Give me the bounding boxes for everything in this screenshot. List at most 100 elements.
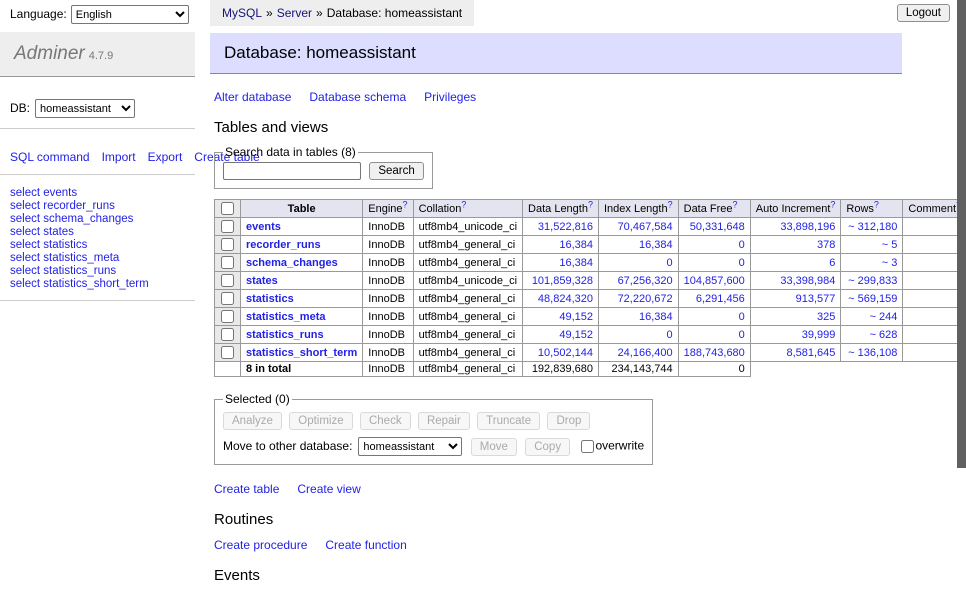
rows-count-link[interactable]: ~ 628 [870, 329, 898, 341]
data-free-link[interactable]: 188,743,680 [684, 347, 745, 359]
index-length-link[interactable]: 16,384 [639, 311, 673, 323]
sidebar-table-link-schema-changes[interactable]: schema_changes [43, 213, 133, 225]
data-free-link[interactable]: 0 [739, 329, 745, 341]
help-icon[interactable]: ? [733, 199, 738, 209]
data-length-link[interactable]: 48,824,320 [538, 293, 593, 305]
create-table-link[interactable]: Create table [214, 482, 279, 496]
help-icon[interactable]: ? [830, 199, 835, 209]
select-link[interactable]: select [10, 265, 40, 277]
help-icon[interactable]: ? [668, 199, 673, 209]
alter-database-link[interactable]: Alter database [214, 90, 291, 104]
data-free-link[interactable]: 50,331,648 [690, 221, 745, 233]
create-function-link[interactable]: Create function [325, 538, 406, 552]
language-select[interactable]: English [71, 5, 189, 24]
help-icon[interactable]: ? [588, 199, 593, 209]
auto-increment-link[interactable]: 33,398,984 [780, 275, 835, 287]
db-select[interactable]: homeassistant [35, 99, 135, 118]
index-length-link[interactable]: 72,220,672 [618, 293, 673, 305]
data-free-link[interactable]: 6,291,456 [696, 293, 745, 305]
sidebar-table-link-states[interactable]: states [43, 226, 74, 238]
index-length-link[interactable]: 16,384 [639, 239, 673, 251]
sidebar-link-export[interactable]: Export [148, 150, 183, 164]
copy-button[interactable]: Copy [525, 438, 570, 456]
select-all-checkbox[interactable] [221, 202, 234, 215]
row-checkbox[interactable] [221, 328, 234, 341]
select-link[interactable]: select [10, 187, 40, 199]
row-checkbox[interactable] [221, 238, 234, 251]
auto-increment-link[interactable]: 8,581,645 [786, 347, 835, 359]
create-view-link[interactable]: Create view [297, 482, 360, 496]
data-length-link[interactable]: 16,384 [559, 257, 593, 269]
auto-increment-link[interactable]: 378 [817, 239, 835, 251]
sidebar-table-link-statistics-short-term[interactable]: statistics_short_term [43, 278, 148, 290]
index-length-link[interactable]: 24,166,400 [618, 347, 673, 359]
create-procedure-link[interactable]: Create procedure [214, 538, 307, 552]
row-checkbox[interactable] [221, 220, 234, 233]
table-name-link[interactable]: states [246, 275, 278, 287]
select-link[interactable]: select [10, 252, 40, 264]
drop-button[interactable]: Drop [547, 412, 590, 430]
optimize-button[interactable]: Optimize [289, 412, 352, 430]
auto-increment-link[interactable]: 33,898,196 [780, 221, 835, 233]
breadcrumb-mysql-link[interactable]: MySQL [222, 6, 262, 20]
data-free-link[interactable]: 0 [739, 311, 745, 323]
table-name-link[interactable]: statistics_meta [246, 311, 326, 323]
help-icon[interactable]: ? [461, 199, 466, 209]
rows-count-link[interactable]: ~ 136,108 [848, 347, 897, 359]
sidebar-table-link-statistics-runs[interactable]: statistics_runs [43, 265, 116, 277]
table-name-link[interactable]: statistics_short_term [246, 347, 357, 359]
database-schema-link[interactable]: Database schema [309, 90, 406, 104]
auto-increment-link[interactable]: 913,577 [796, 293, 836, 305]
sidebar-table-link-statistics[interactable]: statistics [43, 239, 87, 251]
scrollbar-thumb[interactable] [957, 0, 966, 468]
select-link[interactable]: select [10, 239, 40, 251]
data-length-link[interactable]: 101,859,328 [532, 275, 593, 287]
select-link[interactable]: select [10, 200, 40, 212]
breadcrumb-server-link[interactable]: Server [277, 6, 312, 20]
rows-count-link[interactable]: ~ 244 [870, 311, 898, 323]
data-length-link[interactable]: 49,152 [559, 329, 593, 341]
index-length-link[interactable]: 67,256,320 [618, 275, 673, 287]
select-link[interactable]: select [10, 226, 40, 238]
row-checkbox[interactable] [221, 274, 234, 287]
help-icon[interactable]: ? [874, 199, 879, 209]
rows-count-link[interactable]: ~ 3 [882, 257, 898, 269]
privileges-link[interactable]: Privileges [424, 90, 476, 104]
index-length-link[interactable]: 0 [667, 257, 673, 269]
truncate-button[interactable]: Truncate [477, 412, 540, 430]
data-length-link[interactable]: 10,502,144 [538, 347, 593, 359]
search-button[interactable]: Search [369, 162, 423, 180]
data-free-link[interactable]: 0 [739, 239, 745, 251]
auto-increment-link[interactable]: 325 [817, 311, 835, 323]
move-database-select[interactable]: homeassistant [358, 437, 462, 456]
move-button[interactable]: Move [471, 438, 517, 456]
repair-button[interactable]: Repair [418, 412, 470, 430]
data-length-link[interactable]: 49,152 [559, 311, 593, 323]
select-link[interactable]: select [10, 278, 40, 290]
row-checkbox[interactable] [221, 346, 234, 359]
data-length-link[interactable]: 16,384 [559, 239, 593, 251]
sidebar-table-link-events[interactable]: events [43, 187, 77, 199]
auto-increment-link[interactable]: 6 [829, 257, 835, 269]
data-length-link[interactable]: 31,522,816 [538, 221, 593, 233]
sidebar-table-link-statistics-meta[interactable]: statistics_meta [43, 252, 119, 264]
table-name-link[interactable]: statistics [246, 293, 294, 305]
index-length-link[interactable]: 0 [667, 329, 673, 341]
table-name-link[interactable]: schema_changes [246, 257, 338, 269]
logout-button[interactable]: Logout [897, 4, 950, 22]
sidebar-link-import[interactable]: Import [102, 150, 136, 164]
auto-increment-link[interactable]: 39,999 [802, 329, 836, 341]
check-button[interactable]: Check [360, 412, 411, 430]
table-name-link[interactable]: statistics_runs [246, 329, 324, 341]
row-checkbox[interactable] [221, 256, 234, 269]
rows-count-link[interactable]: ~ 569,159 [848, 293, 897, 305]
table-name-link[interactable]: events [246, 221, 281, 233]
analyze-button[interactable]: Analyze [223, 412, 282, 430]
search-input[interactable] [223, 162, 361, 180]
rows-count-link[interactable]: ~ 5 [882, 239, 898, 251]
sidebar-link-sql-command[interactable]: SQL command [10, 150, 90, 164]
row-checkbox[interactable] [221, 310, 234, 323]
table-name-link[interactable]: recorder_runs [246, 239, 321, 251]
data-free-link[interactable]: 104,857,600 [684, 275, 745, 287]
overwrite-label[interactable]: overwrite [595, 439, 644, 453]
